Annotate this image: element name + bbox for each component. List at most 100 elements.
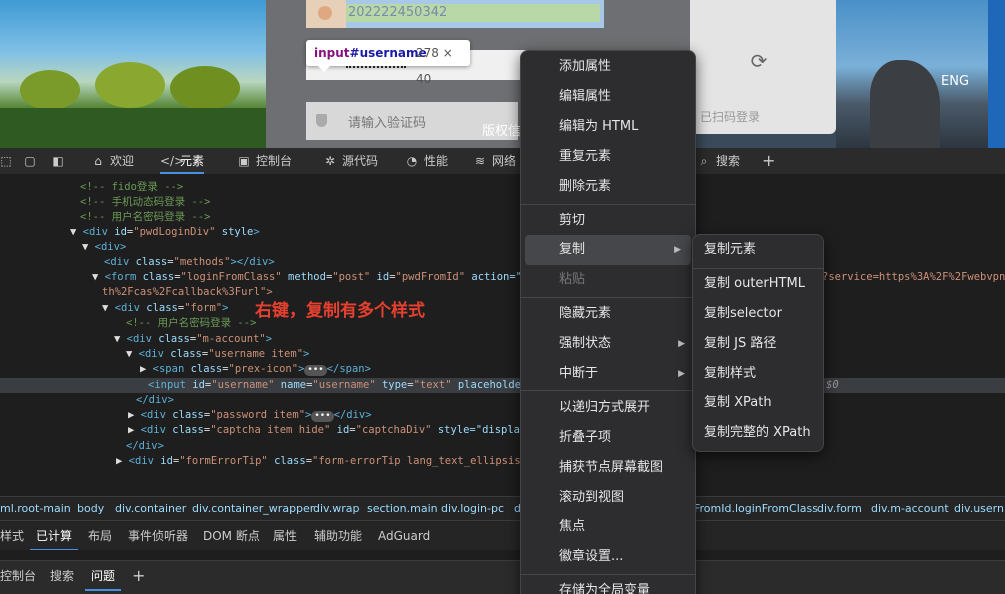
crumb[interactable]: div.container_wrapper [192,497,314,521]
tab-elements[interactable]: </>元素 [160,148,205,174]
submenu-copy-full-xpath[interactable]: 复制完整的 XPath [693,418,823,448]
dom-comment[interactable]: <!-- 用户名密码登录 --> [126,316,256,331]
dom-node-username-item[interactable]: ▼ <div class="username item"> [126,347,309,362]
dom-node-captcha[interactable]: ▶ <div class="captcha item hide" id="cap… [128,423,533,438]
crumb[interactable]: div.usern [954,497,1004,521]
dom-node-pwdlogindiv[interactable]: ▼ <div id="pwdLoginDiv" style> [70,225,260,240]
add-tab-button[interactable]: + [762,148,775,174]
drawer-tab-console[interactable]: 控制台 [0,561,36,591]
tab-event-listeners[interactable]: 事件侦听器 [128,521,188,551]
crumb[interactable]: FromId.loginFromClass [694,497,818,521]
dom-comment[interactable]: <!-- 手机动态码登录 --> [80,195,210,210]
tab-adguard[interactable]: AdGuard [378,521,430,551]
menu-item-copy[interactable]: 复制 ▶ [525,235,691,265]
tab-dom-breakpoints[interactable]: DOM 断点 [203,521,260,551]
menu-item-edit-html[interactable]: 编辑为 HTML [521,112,695,142]
drawer-tab-search[interactable]: 搜索 [50,561,74,591]
dom-node-form-error-tip[interactable]: ▶ <div id="formErrorTip" class="form-err… [116,454,527,469]
dom-node-methods[interactable]: <div class="methods"></div> [104,255,275,270]
dom-comment[interactable]: <!-- 用户名密码登录 --> [80,210,210,225]
ellipsis-badge[interactable]: ••• [311,411,334,422]
tab-console[interactable]: ▣ 控制台 [236,148,292,174]
tab-sources[interactable]: ✲ 源代码 [322,148,378,174]
element-tooltip: input#username 278 × 40 [306,40,470,86]
chevron-right-icon: ▶ [678,339,685,349]
copy-submenu: 复制元素 复制 outerHTML 复制selector 复制 JS 路径 复制… [692,234,824,452]
dom-node-m-account[interactable]: ▼ <div class="m-account"> [114,332,272,347]
menu-item-badge-settings[interactable]: 徽章设置... [521,542,695,572]
menu-item-store-global[interactable]: 存储为全局变量 [521,576,695,594]
code-icon: </> [160,154,185,168]
menu-item-hide[interactable]: 隐藏元素 [521,299,695,329]
menu-item-expand-recursively[interactable]: 以递归方式展开 [521,393,695,423]
user-icon [318,6,332,20]
annotation-text: 右键，复制有多个样式 [255,301,425,321]
statue-shape [870,60,940,148]
lang-switch-button[interactable]: ENG [941,74,969,89]
chevron-right-icon: ▶ [678,369,685,379]
drawer-tabbar: 控制台 搜索 问题 + [0,560,1005,594]
tab-accessibility[interactable]: 辅助功能 [314,521,362,551]
submenu-copy-outerhtml[interactable]: 复制 outerHTML [693,269,823,299]
tab-properties[interactable]: 属性 [273,521,297,551]
dom-node-div[interactable]: ▼ <div> [82,240,126,255]
tab-layout[interactable]: 布局 [88,521,112,551]
crumb[interactable]: div.container [115,497,186,521]
tab-styles[interactable]: 样式 [0,521,24,551]
tooltip-size: 278 × 40 [416,46,453,86]
submenu-copy-xpath[interactable]: 复制 XPath [693,388,823,418]
tab-performance[interactable]: ◔ 性能 [404,148,448,174]
menu-item-delete[interactable]: 删除元素 [521,172,695,202]
dom-node-div-form[interactable]: ▼ <div class="form"> [102,301,228,316]
tab-computed[interactable]: 已计算 [29,521,79,551]
dom-node-form[interactable]: ▼ <form class="loginFromClass" method="p… [92,270,535,285]
devtools-window: 202222450342 请输入验证码 版权信 ⟳ 已扫码登录 ENG inpu… [0,0,1005,594]
crumb[interactable]: div.m-account [871,497,949,521]
menu-item-collapse-children[interactable]: 折叠子项 [521,423,695,453]
menu-separator [521,390,695,391]
menu-item-duplicate[interactable]: 重复元素 [521,142,695,172]
submenu-copy-element[interactable]: 复制元素 [693,235,823,265]
tab-welcome[interactable]: ⌂ 欢迎 [90,148,134,174]
submenu-copy-js-path[interactable]: 复制 JS 路径 [693,329,823,359]
tab-search[interactable]: ⌕ 搜索 [696,148,740,174]
menu-item-paste: 粘贴 [559,272,586,287]
tab-network[interactable]: ≋ 网络 [472,148,516,174]
submenu-copy-selector[interactable]: 复制selector [693,299,823,329]
menu-item-focus[interactable]: 焦点 [521,512,695,542]
form-action-wrap: th%2Fcas%2Fcallback%3Furl"> [102,286,273,298]
console-icon: ▣ [238,154,250,168]
crumb[interactable]: section.main [367,497,438,521]
crumb[interactable]: div.form [817,497,862,521]
ellipsis-badge[interactable]: ••• [304,365,327,376]
menu-item-capture-node-screenshot[interactable]: 捕获节点屏幕截图 [521,453,695,483]
bug-icon: ✲ [324,154,336,168]
dom-node-password-item[interactable]: ▶ <div class="password item"> ••• </div> [128,408,372,423]
crumb[interactable]: body [77,497,104,521]
inspect-icon[interactable]: ⬚ [0,148,18,174]
dom-node-prex-icon[interactable]: ▶ <span class="prex-icon"> ••• </span> [140,362,371,377]
crumb[interactable]: ml.root-main [0,497,71,521]
tooltip-selector: input#username [314,46,427,60]
menu-item-break-on[interactable]: 中断于 ▶ [521,359,695,389]
dom-node-username-input[interactable]: <input id="username" name="username" typ… [148,378,534,393]
sidebar-toggle-icon[interactable]: ◧ [50,148,70,174]
crumb[interactable]: div.wrap [313,497,359,521]
username-input[interactable]: 202222450342 [346,4,600,22]
drawer-tab-issues[interactable]: 问题 [84,561,122,591]
submenu-copy-styles[interactable]: 复制样式 [693,359,823,389]
crumb[interactable]: div.login-pc [441,497,504,521]
device-toggle-icon[interactable]: ▢ [22,148,42,174]
menu-item-scroll-into-view[interactable]: 滚动到视图 [521,483,695,513]
dom-comment[interactable]: <!-- fido登录 --> [80,180,183,195]
add-drawer-tab-button[interactable]: + [132,561,145,591]
menu-item-add-attribute[interactable]: 添加属性 [521,52,695,82]
dom-close-div: </div> [136,394,174,406]
context-menu: 添加属性 编辑属性 编辑为 HTML 重复元素 删除元素 剪切 复制 ▶ 粘贴 隐… [520,50,696,594]
refresh-icon[interactable]: ⟳ [748,50,770,72]
menu-item-cut[interactable]: 剪切 [521,206,695,236]
menu-item-edit-attribute[interactable]: 编辑属性 [521,82,695,112]
copyright-text: 版权信 [482,124,522,139]
qr-hint: 已扫码登录 [700,110,761,124]
menu-item-force-state[interactable]: 强制状态 ▶ [521,329,695,359]
